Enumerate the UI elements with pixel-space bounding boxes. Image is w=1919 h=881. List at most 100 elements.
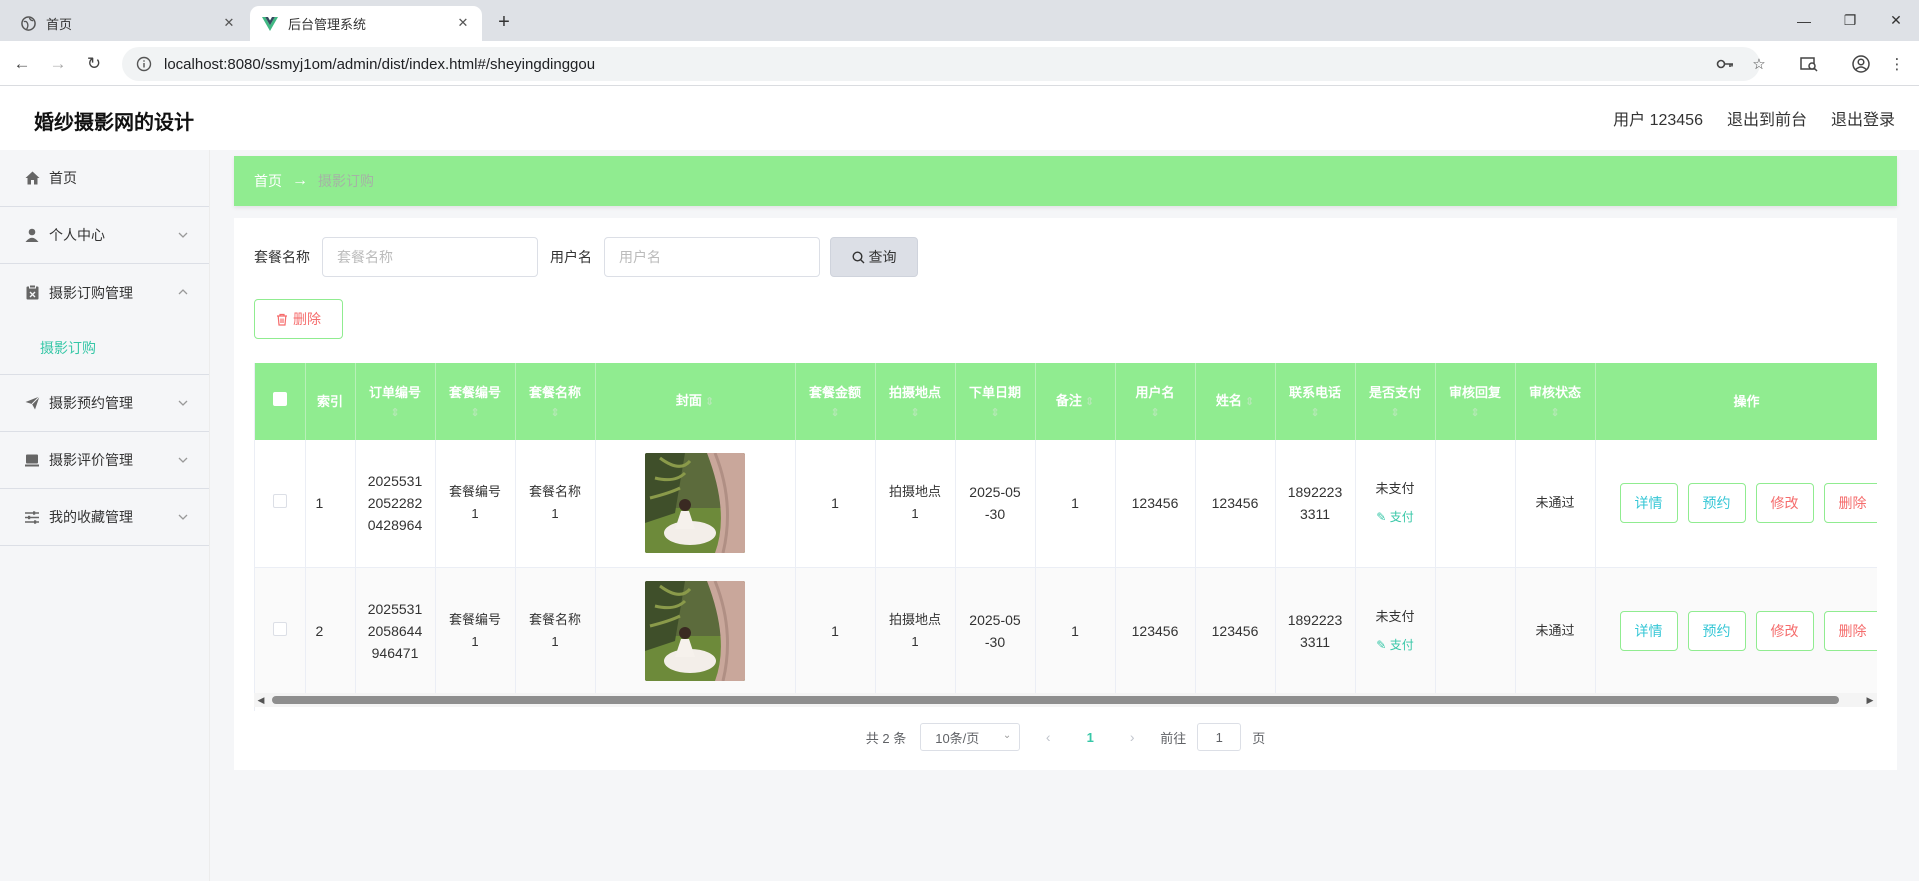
username-input[interactable]: 用户名	[604, 237, 820, 277]
sort-icon[interactable]: ⇕	[1360, 406, 1431, 420]
edit-button[interactable]: 修改	[1755, 483, 1814, 524]
name-cell: 123456	[1195, 567, 1276, 695]
sort-icon[interactable]: ⇕	[800, 406, 871, 420]
exit-to-front-link[interactable]: 退出到前台	[1727, 106, 1807, 130]
sort-icon[interactable]: ⇕	[1085, 396, 1094, 408]
sort-icon[interactable]: ⇕	[360, 406, 431, 420]
batch-delete-button[interactable]: 删除	[254, 299, 343, 339]
window-close-icon[interactable]: ✕	[1873, 0, 1919, 41]
book-button[interactable]: 预约	[1687, 610, 1746, 651]
site-info-icon[interactable]	[136, 56, 152, 72]
pay-link[interactable]: ✎ 支付	[1362, 506, 1429, 528]
paid-status: 未支付	[1375, 608, 1415, 624]
select-all-checkbox[interactable]	[272, 392, 287, 406]
sort-icon[interactable]: ⇕	[705, 396, 714, 408]
sort-icon[interactable]: ⇕	[440, 406, 511, 420]
place-line: 1	[911, 506, 919, 522]
sidebar-item-review-mgmt[interactable]: 摄影评价管理	[0, 432, 209, 489]
column-header[interactable]: 联系电话 ⇕	[1275, 363, 1356, 440]
bookmark-star-icon[interactable]: ☆	[1746, 51, 1772, 77]
column-header[interactable]: 套餐金额 ⇕	[795, 363, 876, 440]
sidebar-item-personal[interactable]: 个人中心	[0, 207, 209, 264]
row-checkbox[interactable]	[272, 621, 287, 636]
column-header[interactable]: 备注 ⇕	[1035, 363, 1116, 440]
sort-icon[interactable]: ⇕	[520, 406, 591, 420]
column-header[interactable]: 是否支付 ⇕	[1355, 363, 1436, 440]
minimize-icon[interactable]: —	[1781, 0, 1827, 41]
sidebar-item-home[interactable]: 首页	[0, 150, 209, 207]
sort-icon[interactable]: ⇕	[880, 406, 951, 420]
book-button[interactable]: 预约	[1687, 483, 1746, 524]
column-header[interactable]: 套餐名称 ⇕	[515, 363, 596, 440]
column-header[interactable]: 审核状态 ⇕	[1515, 363, 1596, 440]
column-header[interactable]: 审核回复 ⇕	[1435, 363, 1516, 440]
select-all-cell[interactable]	[255, 363, 306, 440]
reply-cell	[1435, 567, 1516, 695]
key-icon[interactable]	[1712, 51, 1738, 77]
chevron-up-icon	[178, 289, 188, 295]
column-header[interactable]: 用户名 ⇕	[1115, 363, 1196, 440]
delete-button[interactable]: 删除	[1823, 483, 1877, 524]
scrollbar-thumb[interactable]	[272, 696, 1839, 704]
restore-icon[interactable]: ❐	[1827, 0, 1873, 41]
horizontal-scrollbar[interactable]: ◀ ▶	[254, 693, 1877, 707]
reading-list-icon[interactable]	[1796, 51, 1822, 77]
delete-button[interactable]: 删除	[1823, 610, 1877, 651]
sort-icon[interactable]: ⇕	[960, 406, 1031, 420]
logout-link[interactable]: 退出登录	[1831, 106, 1895, 130]
url-field[interactable]: localhost:8080/ssmyj1om/admin/dist/index…	[122, 47, 1760, 81]
reload-icon[interactable]: ↻	[80, 50, 108, 78]
detail-button[interactable]: 详情	[1619, 610, 1678, 651]
sort-icon[interactable]: ⇕	[1245, 396, 1254, 408]
sidebar-item-order-mgmt[interactable]: 摄影订购管理	[0, 264, 209, 321]
profile-icon[interactable]	[1848, 51, 1874, 77]
prev-page-icon[interactable]: ‹	[1034, 729, 1062, 745]
close-icon[interactable]: ✕	[454, 14, 472, 32]
tab-title: 后台管理系统	[288, 17, 367, 32]
sidebar-subitem-order[interactable]: 摄影订购	[0, 321, 209, 375]
goto-page-input[interactable]: 1	[1197, 723, 1242, 751]
row-checkbox[interactable]	[272, 494, 287, 509]
column-header: 操作	[1595, 363, 1877, 440]
current-page[interactable]: 1	[1076, 730, 1104, 745]
back-icon[interactable]: ←	[8, 50, 36, 78]
column-header[interactable]: 姓名 ⇕	[1195, 363, 1276, 440]
phone-line: 1892223	[1287, 611, 1343, 628]
row-select-cell[interactable]	[255, 567, 306, 695]
browser-tab-admin[interactable]: 后台管理系统 ✕	[250, 6, 482, 41]
detail-button[interactable]: 详情	[1619, 483, 1678, 524]
sort-icon[interactable]: ⇕	[1440, 406, 1511, 420]
scroll-right-icon[interactable]: ▶	[1863, 693, 1877, 707]
sidebar-item-favorites-mgmt[interactable]: 我的收藏管理	[0, 489, 209, 546]
cover-image[interactable]	[645, 453, 745, 554]
next-page-icon[interactable]: ›	[1118, 729, 1146, 745]
sort-icon[interactable]: ⇕	[1520, 406, 1591, 420]
sort-icon[interactable]: ⇕	[1120, 406, 1191, 420]
browser-tab-home[interactable]: 首页 ✕	[8, 6, 248, 41]
query-button[interactable]: 查询	[830, 237, 918, 277]
column-header[interactable]: 套餐编号 ⇕	[435, 363, 516, 440]
edit-button[interactable]: 修改	[1755, 610, 1814, 651]
column-header[interactable]: 下单日期 ⇕	[955, 363, 1036, 440]
forward-icon[interactable]: →	[44, 50, 72, 78]
breadcrumb-home[interactable]: 首页	[254, 171, 282, 191]
order-no-line: 2052282	[367, 495, 423, 512]
column-header[interactable]: 订单编号 ⇕	[355, 363, 436, 440]
sidebar-item-appointment-mgmt[interactable]: 摄影预约管理	[0, 375, 209, 432]
index-cell: 1	[305, 440, 356, 568]
username-cell: 123456	[1115, 440, 1196, 568]
column-header[interactable]: 封面 ⇕	[595, 363, 796, 440]
pay-link[interactable]: ✎ 支付	[1362, 634, 1429, 656]
row-select-cell[interactable]	[255, 440, 306, 568]
close-icon[interactable]: ✕	[220, 14, 238, 32]
column-header[interactable]: 拍摄地点 ⇕	[875, 363, 956, 440]
menu-dots-icon[interactable]: ⋮	[1884, 51, 1910, 77]
page-size-select[interactable]: 10条/页 ⌄	[920, 723, 1021, 751]
package-name-input[interactable]: 套餐名称	[322, 237, 538, 277]
sort-icon[interactable]: ⇕	[1280, 406, 1351, 420]
new-tab-icon[interactable]: +	[490, 8, 518, 36]
table-row: 1 2025531 2052282 0428964 套餐编号 1 套餐名称 1	[255, 440, 1877, 568]
scroll-left-icon[interactable]: ◀	[254, 693, 268, 707]
cover-image[interactable]	[645, 580, 745, 681]
sliders-icon	[24, 509, 40, 525]
